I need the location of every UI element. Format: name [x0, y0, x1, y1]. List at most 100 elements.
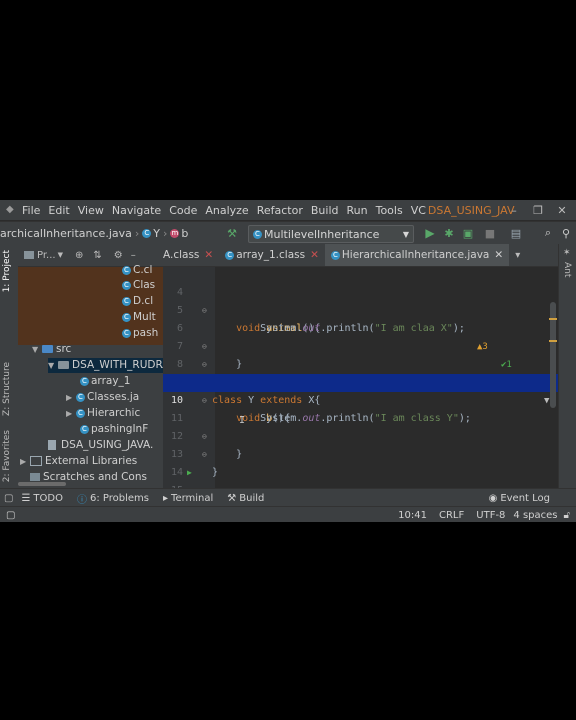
- code-line: 6 ⊖ }: [163, 302, 558, 370]
- tree-item[interactable]: ▶ C Hierarchic: [66, 406, 140, 421]
- debug-icon[interactable]: ✱: [441, 225, 457, 241]
- search-icon[interactable]: ⚲: [558, 225, 574, 241]
- menu-refactor[interactable]: Refactor: [257, 204, 303, 217]
- tool-tab-favorites[interactable]: 2: Favorites: [2, 430, 12, 482]
- menu-vcs[interactable]: VC: [411, 204, 426, 217]
- source-folder-icon: [42, 345, 53, 353]
- ant-icon[interactable]: ✶: [563, 248, 571, 258]
- ide-window: ◆ File Edit View Navigate Code Analyze R…: [0, 200, 576, 522]
- tree-item[interactable]: ▶ C Classes.ja: [66, 390, 139, 405]
- stop-icon[interactable]: ■: [482, 225, 498, 241]
- class-file-icon: C: [122, 328, 131, 338]
- minimize-icon[interactable]: –: [504, 200, 524, 220]
- tool-tab-ant[interactable]: Ant: [562, 262, 572, 277]
- tab-label: array_1.class: [236, 249, 306, 261]
- tool-todo[interactable]: ☰ TODO: [21, 493, 63, 504]
- menu-file[interactable]: File: [22, 204, 40, 217]
- tool-terminal[interactable]: ▸ Terminal: [163, 493, 213, 504]
- close-tab-icon[interactable]: ✕: [204, 249, 213, 261]
- run-configuration-select[interactable]: C MultilevelInheritance ▼: [248, 225, 414, 243]
- lock-icon[interactable]: 🔓︎: [564, 510, 570, 521]
- tree-item[interactable]: Cpash: [122, 326, 158, 341]
- breadcrumb-separator-icon: ›: [163, 226, 168, 240]
- chevron-right-icon[interactable]: ▶: [66, 390, 76, 405]
- menu-build[interactable]: Build: [311, 204, 339, 217]
- menu-edit[interactable]: Edit: [48, 204, 69, 217]
- close-tab-icon[interactable]: ✕: [494, 249, 503, 261]
- tool-tab-project[interactable]: 1: Project: [2, 250, 12, 292]
- code-editor[interactable]: A.class ✕ C array_1.class ✕ C Hierarchic…: [163, 244, 558, 488]
- menu-run[interactable]: Run: [347, 204, 368, 217]
- line-separator[interactable]: CRLF: [439, 510, 464, 521]
- close-icon[interactable]: ✕: [552, 200, 572, 220]
- tree-item[interactable]: DSA_USING_JAVA.: [48, 438, 153, 453]
- tree-item-label: Classes.ja: [87, 391, 140, 403]
- code-area[interactable]: 4 ⊖ void animal(){ ▲3 ✔1 ▲ ▼ 5 System.ou…: [163, 266, 558, 488]
- coverage-icon[interactable]: ▣: [460, 225, 476, 241]
- maximize-icon[interactable]: ❐: [528, 200, 548, 220]
- class-file-icon: C: [122, 312, 131, 322]
- file-encoding[interactable]: UTF-8: [476, 510, 505, 521]
- project-horizontal-scrollbar[interactable]: [18, 482, 66, 486]
- project-structure-icon[interactable]: ▤: [508, 225, 524, 241]
- breadcrumb-method[interactable]: b: [181, 227, 188, 240]
- tool-event-log[interactable]: ◉ Event Log: [489, 493, 550, 504]
- tree-item-label: C.cl: [133, 264, 153, 276]
- change-marker: [549, 340, 557, 342]
- tree-item-package[interactable]: ▼ DSA_WITH_RUDRA: [48, 358, 163, 373]
- package-folder-icon: [58, 361, 69, 369]
- tab-label: A.class: [163, 249, 200, 261]
- tree-item-label: External Libraries: [45, 455, 138, 467]
- menu-navigate[interactable]: Navigate: [112, 204, 161, 217]
- tree-item[interactable]: C Mult: [122, 310, 156, 325]
- tree-item[interactable]: C Clas: [122, 278, 155, 293]
- window-toggle-icon[interactable]: ▢: [6, 510, 15, 521]
- tool-label: Event Log: [500, 492, 550, 504]
- tree-item[interactable]: Carray_1: [80, 374, 130, 389]
- code-line: 12 ⊖ } I: [163, 410, 558, 478]
- menu-code[interactable]: Code: [169, 204, 197, 217]
- tool-build[interactable]: ⚒ Build: [227, 493, 264, 504]
- breadcrumb-file[interactable]: archicalInheritance.java: [0, 227, 132, 240]
- project-view-label[interactable]: Pr...: [37, 250, 56, 261]
- editor-tab-a-class[interactable]: A.class ✕: [163, 244, 219, 266]
- editor-tab-array-1-class[interactable]: C array_1.class ✕: [219, 244, 325, 266]
- right-tool-strip: ✶ Ant: [558, 244, 576, 488]
- menu-analyze[interactable]: Analyze: [205, 204, 248, 217]
- tool-label: Build: [239, 492, 265, 504]
- tab-list-chevron-icon[interactable]: ▾: [515, 250, 520, 261]
- hammer-build-icon[interactable]: ⚒: [224, 225, 240, 241]
- list-icon: ☰: [21, 492, 31, 504]
- chevron-down-icon[interactable]: ▼: [48, 358, 58, 373]
- indent-setting[interactable]: 4 spaces: [513, 510, 557, 521]
- tree-item[interactable]: CpashingInF: [80, 422, 148, 437]
- tool-tab-structure[interactable]: Z: Structure: [2, 362, 12, 416]
- chevron-right-icon[interactable]: ▶: [20, 454, 30, 469]
- hide-icon[interactable]: –: [131, 250, 136, 261]
- class-icon: C: [330, 250, 340, 260]
- code-line: 5 System.out.println("I am claa X");: [163, 284, 558, 334]
- menu-tools[interactable]: Tools: [376, 204, 403, 217]
- caret-position[interactable]: 10:41: [398, 510, 427, 521]
- gear-icon[interactable]: ⚙: [114, 250, 123, 261]
- menu-view[interactable]: View: [78, 204, 104, 217]
- run-icon[interactable]: ▶: [422, 225, 438, 241]
- collapse-icon[interactable]: ⇅: [93, 250, 101, 261]
- tool-problems[interactable]: ⓘ 6: Problems: [77, 491, 149, 506]
- chevron-down-icon[interactable]: ▼: [32, 342, 42, 357]
- editor-tab-hierarchical-inheritance[interactable]: C HierarchicalInheritance.java ✕: [324, 244, 510, 266]
- tree-item[interactable]: ▶ External Libraries: [20, 454, 137, 469]
- layout-toggle-icon[interactable]: ▢: [4, 493, 13, 504]
- class-icon: C: [76, 408, 85, 418]
- chevron-right-icon[interactable]: ▶: [66, 406, 76, 421]
- tree-item-src[interactable]: ▼ src: [32, 342, 71, 357]
- tree-item-label: pashingInF: [91, 423, 149, 435]
- tree-item[interactable]: C C.cl: [122, 263, 152, 278]
- locate-icon[interactable]: ⊕: [75, 250, 83, 261]
- tree-item[interactable]: C D.cl: [122, 294, 153, 309]
- class-file-icon: C: [122, 265, 131, 275]
- chevron-down-icon[interactable]: ▼: [58, 251, 63, 259]
- breadcrumb-class[interactable]: Y: [153, 227, 160, 240]
- close-tab-icon[interactable]: ✕: [310, 249, 319, 261]
- search-everywhere-icon[interactable]: ⌕: [540, 225, 556, 241]
